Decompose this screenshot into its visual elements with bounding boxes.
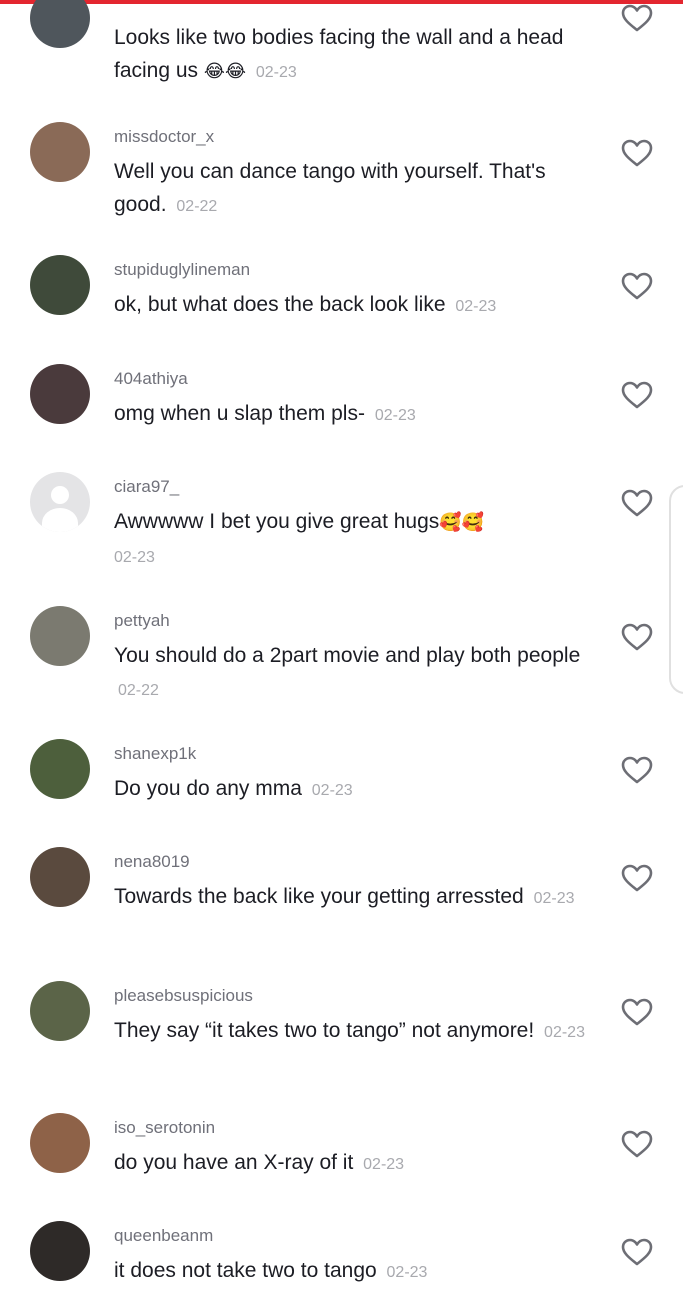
comment-item: pleasebsuspicious They say “it takes two… [0, 981, 683, 1091]
avatar[interactable] [30, 472, 90, 532]
avatar[interactable] [30, 981, 90, 1041]
comment-date: 02-23 [311, 782, 353, 799]
comment-text-block: You should do a 2part movie and play bot… [114, 639, 594, 707]
heart-outline-icon [621, 864, 653, 892]
avatar[interactable] [30, 364, 90, 424]
comment-text-block: Well you can dance tango with yourself. … [114, 155, 594, 223]
heart-outline-icon [621, 1238, 653, 1266]
avatar[interactable] [30, 847, 90, 907]
comment-username[interactable]: stupiduglylineman [114, 260, 250, 280]
comment-text: You should do a 2part movie and play bot… [114, 644, 581, 667]
emoji: 😂😂 [203, 61, 246, 81]
comment-text-block: Looks like two bodies facing the wall an… [114, 21, 594, 89]
comment-username[interactable]: 404athiya [114, 369, 188, 389]
heart-outline-icon [621, 998, 653, 1026]
like-button[interactable] [620, 488, 654, 518]
comment-list: Looks like two bodies facing the wall an… [0, 0, 683, 1291]
comment-text: it does not take two to tango [114, 1259, 377, 1282]
comment-item: pettyah You should do a 2part movie and … [0, 606, 683, 716]
comment-text-block: Do you do any mma 02-23 [114, 772, 594, 807]
comment-username[interactable]: pettyah [114, 611, 170, 631]
avatar[interactable] [30, 739, 90, 799]
comment-text-block: omg when u slap them pls- 02-23 [114, 397, 594, 432]
heart-outline-icon [621, 756, 653, 784]
avatar[interactable] [30, 0, 90, 48]
like-button[interactable] [620, 380, 654, 410]
comment-text-block: ok, but what does the back look like 02-… [114, 288, 594, 323]
emoji: 🥰🥰 [439, 512, 485, 532]
comment-text: ok, but what does the back look like [114, 293, 446, 316]
comment-date: 02-23 [114, 549, 155, 566]
avatar[interactable] [30, 606, 90, 666]
heart-outline-icon [621, 1130, 653, 1158]
comment-text: omg when u slap them pls- [114, 402, 365, 425]
like-button[interactable] [620, 138, 654, 168]
heart-outline-icon [621, 139, 653, 167]
comment-username[interactable]: shanexp1k [114, 744, 196, 764]
comment-text: Do you do any mma [114, 777, 302, 800]
comment-item: stupiduglylineman ok, but what does the … [0, 255, 683, 345]
heart-outline-icon [621, 623, 653, 651]
comment-date: 02-23 [363, 1156, 405, 1173]
comment-date: 02-23 [374, 407, 416, 424]
heart-outline-icon [621, 489, 653, 517]
comment-text: Awwwww I bet you give great hugs [114, 510, 440, 533]
like-button[interactable] [620, 755, 654, 785]
comment-username[interactable]: queenbeanm [114, 1226, 213, 1246]
comment-text: Looks like two bodies facing the wall an… [114, 26, 564, 82]
comment-item: Looks like two bodies facing the wall an… [0, 0, 683, 110]
comment-item: iso_serotonin do you have an X-ray of it… [0, 1113, 683, 1203]
comment-text-block: it does not take two to tango 02-23 [114, 1254, 594, 1289]
comment-username[interactable]: ciara97_ [114, 477, 179, 497]
comment-item: missdoctor_x Well you can dance tango wi… [0, 122, 683, 232]
like-button[interactable] [620, 1237, 654, 1267]
like-button[interactable] [620, 863, 654, 893]
avatar[interactable] [30, 122, 90, 182]
comment-text-block: Awwwww I bet you give great hugs🥰🥰 02-23 [114, 505, 594, 574]
heart-outline-icon [621, 272, 653, 300]
comment-item: queenbeanm it does not take two to tango… [0, 1221, 683, 1291]
comment-date: 02-23 [386, 1264, 428, 1281]
like-button[interactable] [620, 271, 654, 301]
comment-text-block: do you have an X-ray of it 02-23 [114, 1146, 594, 1181]
comment-text: Towards the back like your getting arres… [114, 885, 524, 908]
comment-text: They say “it takes two to tango” not any… [114, 1019, 535, 1042]
avatar[interactable] [30, 255, 90, 315]
comment-item: 404athiya omg when u slap them pls- 02-2… [0, 364, 683, 454]
comment-date: 02-22 [176, 198, 218, 215]
comment-username[interactable]: missdoctor_x [114, 127, 214, 147]
comment-date: 02-23 [533, 890, 575, 907]
comment-date: 02-23 [544, 1024, 585, 1041]
avatar[interactable] [30, 1113, 90, 1173]
comment-username[interactable]: nena8019 [114, 852, 190, 872]
comment-date: 02-22 [118, 682, 159, 699]
heart-outline-icon [621, 4, 653, 32]
comment-date: 02-23 [455, 298, 497, 315]
side-drawer-handle[interactable] [669, 485, 683, 694]
like-button[interactable] [620, 3, 654, 33]
comment-text-block: They say “it takes two to tango” not any… [114, 1014, 594, 1049]
comment-text: do you have an X-ray of it [114, 1151, 354, 1174]
comment-username[interactable]: iso_serotonin [114, 1118, 215, 1138]
comment-item: shanexp1k Do you do any mma 02-23 [0, 739, 683, 829]
avatar[interactable] [30, 1221, 90, 1281]
comment-item: ciara97_ Awwwww I bet you give great hug… [0, 472, 683, 582]
like-button[interactable] [620, 622, 654, 652]
like-button[interactable] [620, 1129, 654, 1159]
comment-item: nena8019 Towards the back like your gett… [0, 847, 683, 957]
like-button[interactable] [620, 997, 654, 1027]
comment-date: 02-23 [255, 64, 297, 81]
comment-text-block: Towards the back like your getting arres… [114, 880, 594, 915]
comment-username[interactable]: pleasebsuspicious [114, 986, 253, 1006]
heart-outline-icon [621, 381, 653, 409]
